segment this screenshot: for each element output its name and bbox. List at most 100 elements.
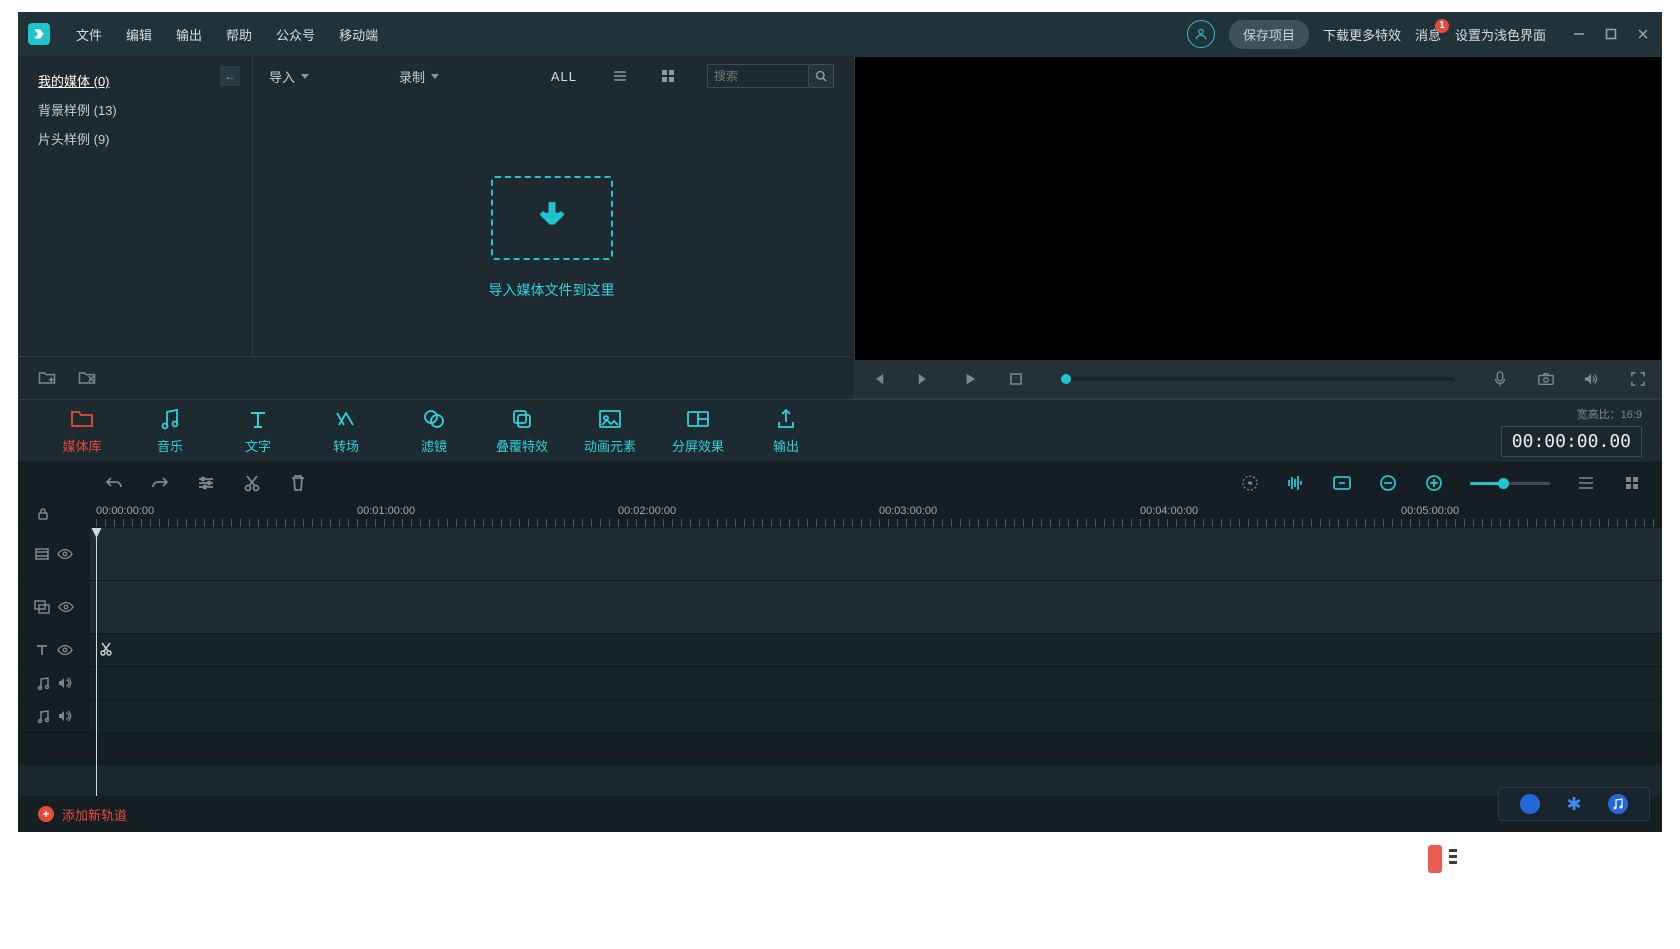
- list-view-icon[interactable]: [611, 67, 629, 85]
- redo-icon[interactable]: [150, 473, 170, 493]
- tab-media[interactable]: 媒体库: [38, 408, 126, 455]
- play-icon[interactable]: [961, 370, 979, 388]
- stop-icon[interactable]: [1007, 370, 1025, 388]
- track-lane[interactable]: [90, 634, 1662, 666]
- track-lane[interactable]: [90, 667, 1662, 699]
- playhead[interactable]: [96, 528, 97, 796]
- theme-toggle[interactable]: 设置为浅色界面: [1455, 25, 1546, 44]
- prev-frame-icon[interactable]: [869, 370, 887, 388]
- titlebar-right: 保存项目 下载更多特效 消息 1 设置为浅色界面: [1187, 20, 1652, 49]
- video-track-2[interactable]: [18, 581, 1662, 634]
- sidebar-intro-samples[interactable]: 片头样例 (9): [38, 124, 252, 153]
- track-lane[interactable]: [90, 528, 1662, 580]
- tab-text[interactable]: 文字: [214, 408, 302, 455]
- tab-export[interactable]: 输出: [742, 408, 830, 455]
- audio-track-2[interactable]: [18, 700, 1662, 733]
- filter-icon: [423, 408, 445, 430]
- track-lane[interactable]: [90, 581, 1662, 633]
- playback-bar: [855, 360, 1661, 398]
- audio-waveform-icon[interactable]: [1286, 473, 1306, 493]
- messages-link[interactable]: 消息 1: [1415, 25, 1441, 44]
- record-voice-icon[interactable]: [1491, 370, 1509, 388]
- menu-wechat[interactable]: 公众号: [266, 19, 325, 50]
- search-input[interactable]: [712, 68, 804, 84]
- adjust-icon[interactable]: [196, 473, 216, 493]
- delete-folder-icon[interactable]: [76, 367, 98, 389]
- tab-splitscreen[interactable]: 分屏效果: [654, 408, 742, 455]
- elements-icon: [598, 408, 622, 430]
- upper-panel: 我的媒体 (0) 背景样例 (13) 片头样例 (9) ← 导入 录制 ALL: [18, 56, 1662, 399]
- track-header[interactable]: [18, 634, 90, 666]
- collapse-sidebar-button[interactable]: ←: [220, 66, 240, 86]
- tray-bluetooth-icon[interactable]: ✱: [1564, 794, 1584, 814]
- menu-mobile[interactable]: 移动端: [329, 19, 388, 50]
- import-dropdown[interactable]: 导入: [269, 67, 309, 86]
- playback-progress[interactable]: [1061, 377, 1455, 381]
- tab-elements[interactable]: 动画元素: [566, 408, 654, 455]
- tray-app-icon[interactable]: [1520, 794, 1540, 814]
- music-icon: [160, 408, 180, 430]
- close-button[interactable]: [1634, 25, 1652, 43]
- search-button[interactable]: [809, 64, 834, 88]
- text-track[interactable]: [18, 634, 1662, 667]
- marker-icon[interactable]: [1240, 473, 1260, 493]
- list-toggle-icon[interactable]: [1576, 473, 1596, 493]
- track-header[interactable]: [18, 700, 90, 732]
- timeline-toolbar: [18, 462, 1662, 503]
- zoom-handle[interactable]: [1498, 478, 1509, 489]
- zoom-in-icon[interactable]: [1424, 473, 1444, 493]
- record-dropdown[interactable]: 录制: [399, 67, 439, 86]
- add-track-label: 添加新轨道: [62, 805, 127, 824]
- media-dropzone[interactable]: 导入媒体文件到这里: [489, 176, 615, 300]
- menu-help[interactable]: 帮助: [216, 19, 262, 50]
- tab-music[interactable]: 音乐: [126, 408, 214, 455]
- timeline-ruler[interactable]: 00:00:00:00 00:01:00:00 00:02:00:00 00:0…: [18, 503, 1662, 528]
- tray-music-icon[interactable]: [1608, 794, 1628, 814]
- lock-track-icon[interactable]: [36, 507, 50, 521]
- new-folder-icon[interactable]: [36, 367, 58, 389]
- menu-file[interactable]: 文件: [66, 19, 112, 50]
- tab-overlay[interactable]: 叠覆特效: [478, 408, 566, 455]
- sidebar-bg-samples[interactable]: 背景样例 (13): [38, 95, 252, 124]
- cut-icon[interactable]: [242, 473, 262, 493]
- zoom-slider[interactable]: [1470, 482, 1550, 485]
- menu-edit[interactable]: 编辑: [116, 19, 162, 50]
- watermark: 头条 @高益波: [1424, 839, 1640, 879]
- track-lane[interactable]: [90, 700, 1662, 732]
- aspect-ratio-block: 宽高比：16:9 00:00:00.00: [1501, 406, 1642, 457]
- fullscreen-icon[interactable]: [1629, 370, 1647, 388]
- tab-export-label: 输出: [773, 436, 799, 455]
- add-track-button[interactable]: + 添加新轨道: [38, 805, 127, 824]
- undo-icon[interactable]: [104, 473, 124, 493]
- audio-track-1[interactable]: [18, 667, 1662, 700]
- video-track-1[interactable]: [18, 528, 1662, 581]
- tab-transition[interactable]: 转场: [302, 408, 390, 455]
- trash-icon[interactable]: [288, 473, 308, 493]
- add-track-bar: + 添加新轨道: [18, 796, 1662, 832]
- timeline-tracks: [18, 528, 1662, 796]
- save-project-button[interactable]: 保存项目: [1229, 20, 1309, 49]
- category-tabs: 媒体库 音乐 文字 转场 滤镜 叠覆特效 动画元素 分屏效果: [18, 399, 1662, 462]
- tab-filter-label: 滤镜: [421, 436, 447, 455]
- track-header[interactable]: [18, 667, 90, 699]
- progress-handle[interactable]: [1061, 374, 1071, 384]
- user-icon[interactable]: [1187, 20, 1215, 48]
- maximize-button[interactable]: [1602, 25, 1620, 43]
- tab-filter[interactable]: 滤镜: [390, 408, 478, 455]
- ruler-mark: 00:02:00:00: [618, 503, 879, 527]
- download-effects-link[interactable]: 下载更多特效: [1323, 25, 1401, 44]
- track-header[interactable]: [18, 528, 90, 580]
- window-controls: [1570, 25, 1652, 43]
- snapshot-icon[interactable]: [1537, 370, 1555, 388]
- grid-toggle-icon[interactable]: [1622, 473, 1642, 493]
- next-frame-icon[interactable]: [915, 370, 933, 388]
- menu-output[interactable]: 输出: [166, 19, 212, 50]
- grid-view-icon[interactable]: [659, 67, 677, 85]
- minimize-button[interactable]: [1570, 25, 1588, 43]
- track-header[interactable]: [18, 581, 90, 633]
- zoom-out-icon[interactable]: [1378, 473, 1398, 493]
- library-action-bar: [18, 356, 850, 399]
- scissor-icon: [100, 642, 112, 656]
- volume-icon[interactable]: [1583, 370, 1601, 388]
- fit-icon[interactable]: [1332, 473, 1352, 493]
